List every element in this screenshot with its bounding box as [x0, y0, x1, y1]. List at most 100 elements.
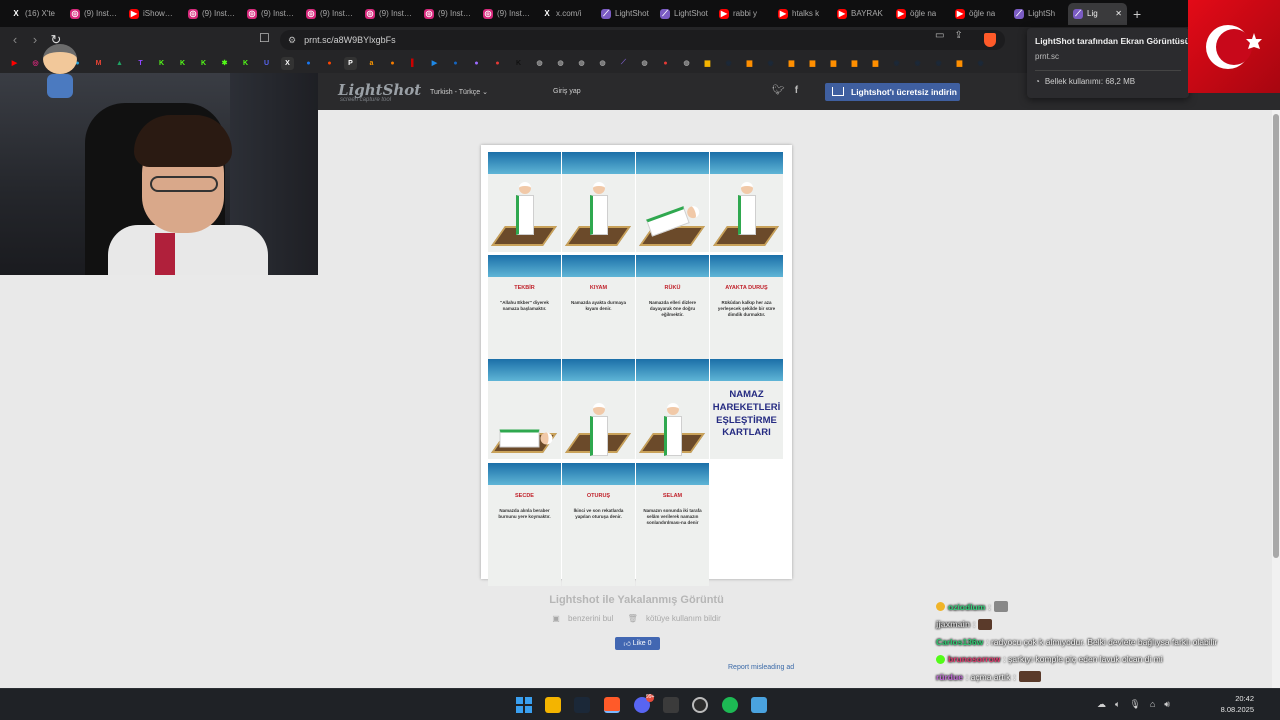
globe-icon[interactable]: ◍: [638, 57, 651, 70]
app-icon[interactable]: [663, 697, 679, 713]
browser-tab[interactable]: ◎ (9) Instagram: [242, 3, 301, 25]
cloud-icon[interactable]: ☁: [1097, 699, 1106, 710]
brave-browser-icon[interactable]: [604, 697, 620, 713]
bookmark-icon[interactable]: ▆: [869, 57, 882, 70]
browser-tab[interactable]: ▶ öğle na: [891, 3, 950, 25]
screenshot-image[interactable]: TEKBİR "Allahu Ekber" diyerek namaza başl…: [481, 145, 792, 586]
obs-icon[interactable]: [692, 697, 708, 713]
bookmark-icon[interactable]: K: [512, 57, 525, 70]
bookmark-icon[interactable]: ▆: [743, 57, 756, 70]
steam-icon[interactable]: ◉: [764, 57, 777, 70]
spotify-icon[interactable]: [722, 697, 738, 713]
bookmark-icon[interactable]: U: [260, 57, 273, 70]
browser-tab[interactable]: ▶ BAYRAK: [832, 3, 891, 25]
steam-icon[interactable]: ◉: [974, 57, 987, 70]
browser-tab[interactable]: Xx.com/i: [537, 3, 596, 25]
bookmark-icon[interactable]: ●: [386, 57, 399, 70]
cast-icon[interactable]: ▭: [935, 30, 944, 41]
microphone-icon[interactable]: 🎙︎: [1129, 699, 1140, 710]
login-link[interactable]: Giriş yap: [553, 88, 581, 95]
app-icon[interactable]: [751, 697, 767, 713]
find-similar-link[interactable]: ▣ benzerini bul: [549, 614, 616, 623]
browser-tab[interactable]: ▶ iShowSpeed: [124, 3, 183, 25]
bookmark-icon[interactable]: ●: [449, 57, 462, 70]
browser-tab[interactable]: ◎ (9) Instagram: [65, 3, 124, 25]
bookmark-icon[interactable]: ▶: [428, 57, 441, 70]
browser-tab[interactable]: ◎ (9) Instagram: [360, 3, 419, 25]
browser-tab[interactable]: ◎ (9) Instagram: [301, 3, 360, 25]
bookmark-icon[interactable]: ●: [470, 57, 483, 70]
download-lightshot-button[interactable]: Lightshot'ı ücretsiz indirin: [825, 83, 960, 101]
globe-icon[interactable]: ◍: [680, 57, 693, 70]
bookmark-icon[interactable]: ●: [659, 57, 672, 70]
volume-icon[interactable]: 🔊︎: [1164, 699, 1170, 710]
browser-tab[interactable]: ⟋ LightShot: [655, 3, 714, 25]
bookmark-icon[interactable]: ▆: [806, 57, 819, 70]
chat-text: : şarkıyı komple piç eden lavuk olcan di…: [1003, 654, 1163, 665]
steam-icon[interactable]: ◉: [890, 57, 903, 70]
site-settings-icon[interactable]: ⚙: [288, 35, 296, 46]
browser-tab[interactable]: ◎ (9) Instagram: [419, 3, 478, 25]
system-clock[interactable]: 20:42 8.08.2025: [1218, 694, 1254, 715]
close-tab-icon[interactable]: ✕: [1115, 9, 1122, 18]
brave-shield-icon[interactable]: [984, 33, 996, 47]
language-selector[interactable]: Turkish - Türkçe ⌄: [430, 88, 488, 96]
kick-icon[interactable]: K: [176, 57, 189, 70]
bookmark-icon[interactable]: ▆: [848, 57, 861, 70]
browser-tab[interactable]: ▶ öğle na: [950, 3, 1009, 25]
browser-tab[interactable]: ⟋ LightShot: [596, 3, 655, 25]
bookmark-icon[interactable]: ▌: [407, 57, 420, 70]
kick-icon[interactable]: K: [197, 57, 210, 70]
share-icon[interactable]: ⇪: [954, 30, 962, 41]
globe-icon[interactable]: ◍: [533, 57, 546, 70]
prayer-scene: [488, 381, 561, 459]
bookmark-icon[interactable]: ✱: [218, 57, 231, 70]
bookmark-icon[interactable]: P: [344, 56, 357, 70]
report-abuse-link[interactable]: 🗑︎ kötüye kullanım bildir: [625, 614, 724, 623]
drive-icon[interactable]: ▲: [113, 57, 126, 70]
steam-icon[interactable]: ◉: [722, 57, 735, 70]
steam-icon[interactable]: ◉: [932, 57, 945, 70]
youtube-icon[interactable]: ▶: [8, 57, 21, 70]
scrollbar-thumb[interactable]: [1273, 114, 1279, 558]
browser-tab[interactable]: ▶ rabbi y: [714, 3, 773, 25]
bookmark-icon[interactable]: ▆: [785, 57, 798, 70]
new-tab-button[interactable]: +: [1133, 6, 1141, 22]
twitter-icon[interactable]: 🐦︎: [772, 85, 785, 96]
discord-icon[interactable]: 99+: [634, 694, 654, 713]
amazon-icon[interactable]: a: [365, 57, 378, 70]
gmail-icon[interactable]: M: [92, 57, 105, 70]
address-bar[interactable]: ⚙ prnt.sc/a8W9BYlxgbFs: [280, 30, 1005, 50]
kick-icon[interactable]: K: [155, 57, 168, 70]
x-logo-icon[interactable]: X: [281, 56, 294, 70]
globe-icon[interactable]: ◍: [596, 57, 609, 70]
steam-icon[interactable]: ◉: [911, 57, 924, 70]
bookmark-icon[interactable]: ▆: [827, 57, 840, 70]
bookmark-icon[interactable]: ▆: [953, 57, 966, 70]
report-ad-link[interactable]: Report misleading ad: [728, 664, 794, 671]
globe-icon[interactable]: ◍: [554, 57, 567, 70]
speaker-icon[interactable]: 🔈︎: [1115, 699, 1120, 710]
steam-icon[interactable]: [574, 697, 590, 713]
browser-tab[interactable]: ⟋ Lig ✕: [1068, 2, 1127, 25]
network-icon[interactable]: ⌂: [1150, 699, 1155, 710]
folder-icon[interactable]: ▆: [701, 57, 714, 70]
browser-tab[interactable]: ⟋ LightSh: [1009, 3, 1068, 25]
bookmark-icon[interactable]: ●: [491, 57, 504, 70]
kick-icon[interactable]: K: [239, 57, 252, 70]
reddit-icon[interactable]: ●: [323, 57, 336, 70]
bookmark-page-icon[interactable]: ☐: [259, 31, 270, 45]
twitch-icon[interactable]: T: [134, 57, 147, 70]
file-explorer-icon[interactable]: [545, 697, 561, 713]
browser-tab[interactable]: ▶ htalks k: [773, 3, 832, 25]
bookmark-icon[interactable]: ⟋: [617, 57, 630, 70]
browser-tab[interactable]: ◎ (9) Instagram: [183, 3, 242, 25]
browser-tab[interactable]: ◎ (9) Instagram: [478, 3, 537, 25]
globe-icon[interactable]: ◍: [575, 57, 588, 70]
browser-tab[interactable]: X (16) X'te: [6, 3, 65, 25]
facebook-like-button[interactable]: 👍︎ Like 0: [615, 637, 660, 650]
back-icon[interactable]: ‹: [4, 32, 26, 47]
bookmark-icon[interactable]: ●: [302, 57, 315, 70]
facebook-icon[interactable]: f: [795, 85, 798, 96]
windows-start-icon[interactable]: [516, 697, 532, 713]
